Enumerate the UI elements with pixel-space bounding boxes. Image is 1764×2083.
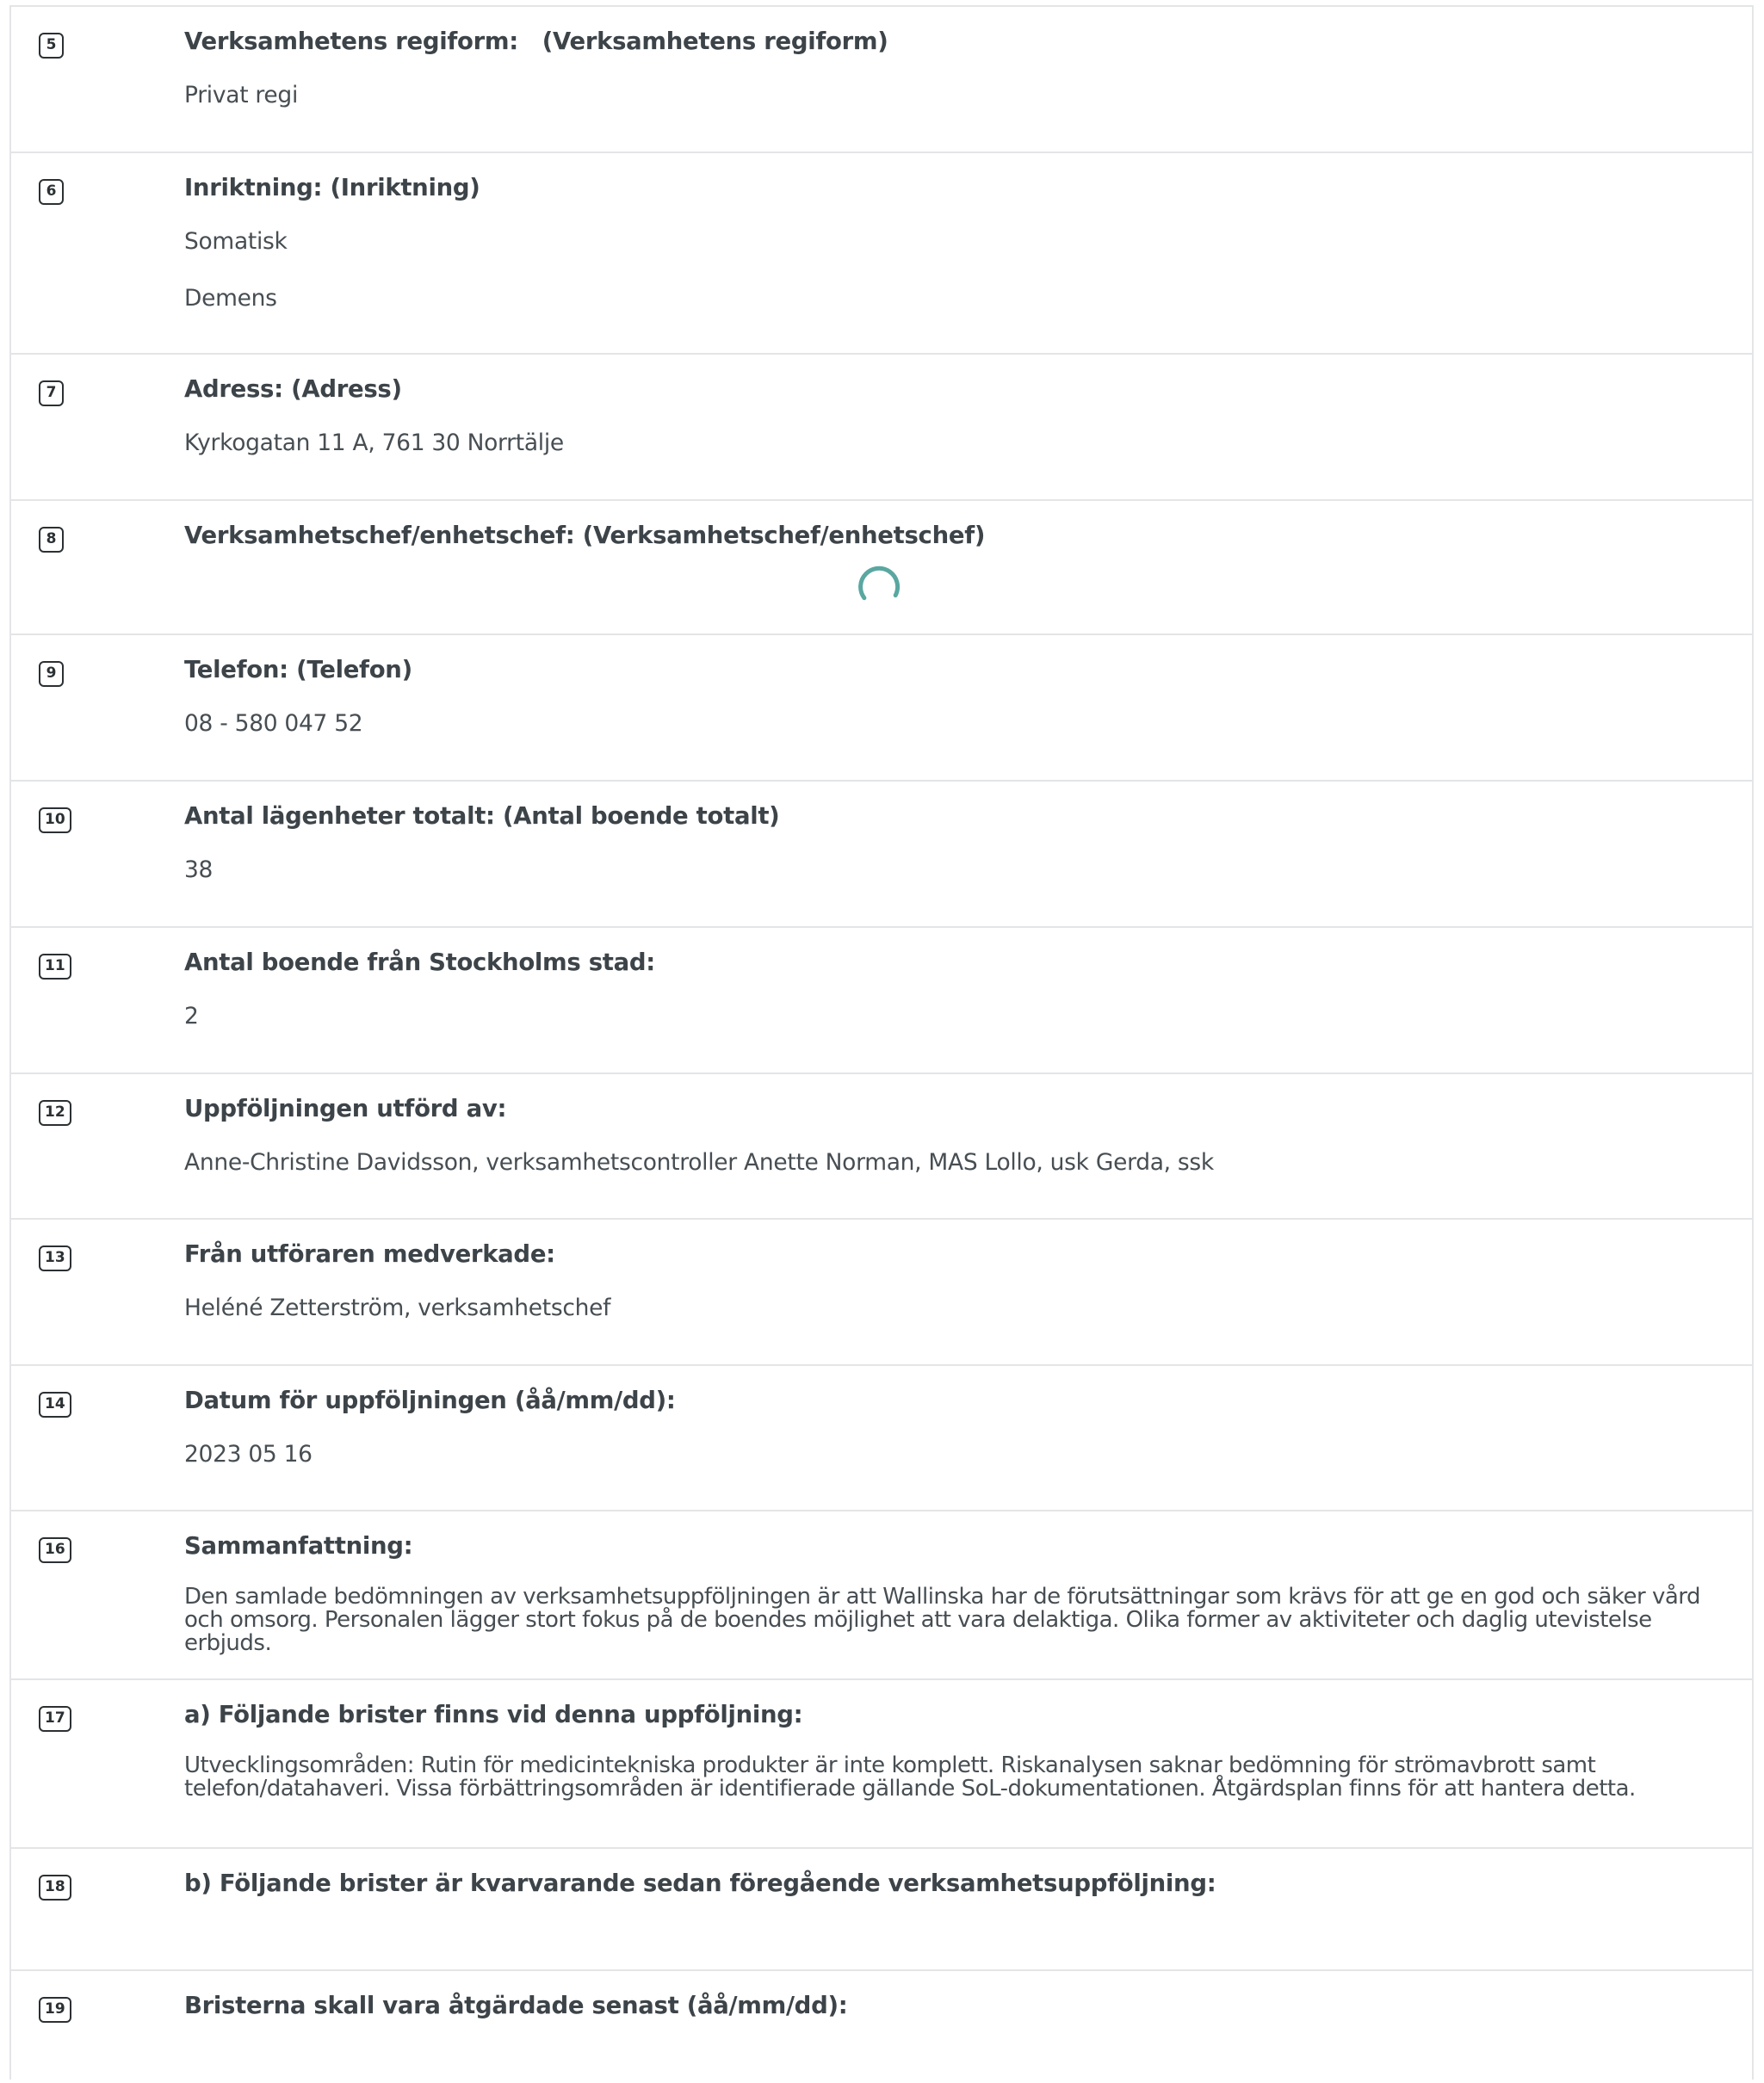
question-number-badge: 17 bbox=[39, 1706, 71, 1732]
spinner-arc bbox=[858, 566, 901, 601]
question-label: Antal lägenheter totalt: (Antal boende t… bbox=[184, 802, 780, 830]
answer-value: Privat regi bbox=[184, 82, 299, 108]
question-content: Inriktning: (Inriktning) Somatisk Demens bbox=[184, 165, 1726, 312]
question-content: Verksamhetschef/enhetschef: (Verksamhets… bbox=[184, 513, 1726, 558]
question-label: Adress: (Adress) bbox=[184, 375, 402, 403]
question-label: Sammanfattning: bbox=[184, 1532, 413, 1560]
answer-value: 38 bbox=[184, 856, 214, 883]
question-content: b) Följande brister är kvarvarande sedan… bbox=[184, 1861, 1726, 1906]
question-content: Antal lägenheter totalt: (Antal boende t… bbox=[184, 794, 1726, 883]
question-number-badge: 6 bbox=[39, 179, 64, 205]
question-content: Sammanfattning: Den samlade bedömningen … bbox=[184, 1524, 1726, 1655]
question-number-badge: 7 bbox=[39, 380, 64, 406]
followup-form-panel: 5 Verksamhetens regiform: (Verksamhetens… bbox=[9, 5, 1754, 2080]
question-number-badge: 5 bbox=[39, 33, 64, 59]
form-row-adress: 7 Adress: (Adress) Kyrkogatan 11 A, 761 … bbox=[11, 355, 1752, 501]
question-number-badge: 11 bbox=[39, 954, 71, 980]
question-content: Bristerna skall vara åtgärdade senast (å… bbox=[184, 1983, 1726, 2028]
question-content: Från utföraren medverkade: Heléné Zetter… bbox=[184, 1232, 1726, 1321]
question-label: Antal boende från Stockholms stad: bbox=[184, 949, 655, 976]
question-content: Datum för uppföljningen (åå/mm/dd): 2023… bbox=[184, 1378, 1726, 1468]
question-number-badge: 9 bbox=[39, 661, 64, 687]
answer-value: Heléné Zetterström, verksamhetschef bbox=[184, 1295, 611, 1321]
form-row-sammanfattning: 16 Sammanfattning: Den samlade bedömning… bbox=[11, 1511, 1752, 1680]
question-number-badge: 18 bbox=[39, 1875, 71, 1901]
question-content: Telefon: (Telefon) 08 - 580 047 52 bbox=[184, 647, 1726, 737]
question-number-badge: 8 bbox=[39, 527, 64, 553]
form-row-utford-av: 12 Uppföljningen utförd av: Anne-Christi… bbox=[11, 1074, 1752, 1220]
form-row-telefon: 9 Telefon: (Telefon) 08 - 580 047 52 bbox=[11, 635, 1752, 782]
answer-value: 08 - 580 047 52 bbox=[184, 710, 363, 737]
answer-value: Somatisk bbox=[184, 228, 288, 255]
answer-value: Anne-Christine Davidsson, verksamhetscon… bbox=[184, 1149, 1214, 1176]
answer-value: Kyrkogatan 11 A, 761 30 Norrtälje bbox=[184, 430, 564, 456]
form-row-kvarvarande-brister: 18 b) Följande brister är kvarvarande se… bbox=[11, 1849, 1752, 1971]
question-label: Uppföljningen utförd av: bbox=[184, 1095, 507, 1122]
question-label: Telefon: (Telefon) bbox=[184, 656, 412, 683]
loading-spinner-icon bbox=[858, 566, 901, 601]
question-label: Inriktning: (Inriktning) bbox=[184, 174, 480, 201]
question-number-badge: 14 bbox=[39, 1392, 71, 1418]
form-row-datum: 14 Datum för uppföljningen (åå/mm/dd): 2… bbox=[11, 1366, 1752, 1511]
answer-value: 2 bbox=[184, 1003, 199, 1029]
question-label: a) Följande brister finns vid denna uppf… bbox=[184, 1701, 803, 1728]
question-number-badge: 12 bbox=[39, 1100, 71, 1126]
question-label: Verksamhetschef/enhetschef: (Verksamhets… bbox=[184, 522, 986, 549]
question-label: Datum för uppföljningen (åå/mm/dd): bbox=[184, 1387, 676, 1414]
question-label: Verksamhetens regiform: (Verksamhetens r… bbox=[184, 28, 888, 55]
question-number-badge: 13 bbox=[39, 1245, 71, 1271]
form-row-antal-boende-stockholm: 11 Antal boende från Stockholms stad: 2 bbox=[11, 928, 1752, 1074]
answer-value: 2023 05 16 bbox=[184, 1441, 313, 1468]
question-label: b) Följande brister är kvarvarande sedan… bbox=[184, 1870, 1216, 1897]
form-row-atgardade-senast: 19 Bristerna skall vara åtgärdade senast… bbox=[11, 1971, 1752, 2083]
question-number-badge: 16 bbox=[39, 1537, 71, 1563]
question-number-badge: 19 bbox=[39, 1997, 71, 2023]
question-number-badge: 10 bbox=[39, 807, 71, 833]
answer-paragraph: Utvecklingsområden: Rutin för medicintek… bbox=[184, 1752, 1636, 1802]
form-row-medverkade: 13 Från utföraren medverkade: Heléné Zet… bbox=[11, 1220, 1752, 1366]
question-label: Från utföraren medverkade: bbox=[184, 1240, 555, 1268]
question-content: Antal boende från Stockholms stad: 2 bbox=[184, 940, 1726, 1029]
answer-value: Demens bbox=[184, 285, 277, 312]
question-content: a) Följande brister finns vid denna uppf… bbox=[184, 1692, 1726, 1801]
answer-paragraph: Den samlade bedömningen av verksamhetsup… bbox=[184, 1584, 1701, 1656]
form-row-brister: 17 a) Följande brister finns vid denna u… bbox=[11, 1680, 1752, 1849]
form-row-regiform: 5 Verksamhetens regiform: (Verksamhetens… bbox=[11, 7, 1752, 153]
form-row-antal-lagenheter: 10 Antal lägenheter totalt: (Antal boend… bbox=[11, 782, 1752, 928]
question-content: Adress: (Adress) Kyrkogatan 11 A, 761 30… bbox=[184, 367, 1726, 456]
question-label: Bristerna skall vara åtgärdade senast (å… bbox=[184, 1992, 848, 2019]
question-content: Uppföljningen utförd av: Anne-Christine … bbox=[184, 1086, 1726, 1176]
question-content: Verksamhetens regiform: (Verksamhetens r… bbox=[184, 19, 1726, 108]
form-row-inriktning: 6 Inriktning: (Inriktning) Somatisk Deme… bbox=[11, 153, 1752, 355]
